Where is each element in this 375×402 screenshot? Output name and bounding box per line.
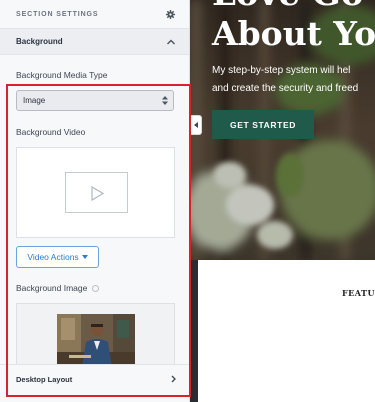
background-accordion-header[interactable]: Background — [0, 28, 189, 55]
hero-section[interactable]: Love Go About Yo My step-by-step system … — [190, 0, 375, 260]
preview-edge-strip — [190, 260, 198, 402]
video-frame — [65, 172, 128, 213]
page-preview: Love Go About Yo My step-by-step system … — [190, 0, 375, 402]
hero-subtext: My step-by-step system will hel and crea… — [212, 62, 375, 98]
background-image-preview[interactable] — [16, 303, 175, 367]
chevron-up-icon[interactable] — [166, 38, 176, 46]
caret-down-icon — [81, 255, 88, 259]
media-type-label: Background Media Type — [16, 70, 108, 80]
collapse-sidebar-tab[interactable] — [190, 115, 202, 135]
video-actions-button[interactable]: Video Actions — [16, 246, 99, 268]
desktop-layout-label: Desktop Layout — [16, 374, 73, 384]
section-settings-title: SECTION SETTINGS — [16, 10, 99, 18]
play-icon — [91, 186, 104, 201]
hero-subtext-line1: My step-by-step system will hel — [212, 65, 351, 76]
gear-icon[interactable] — [166, 9, 175, 19]
info-icon[interactable] — [92, 285, 100, 292]
background-image-thumbnail — [57, 314, 135, 366]
background-image-label: Background Image — [16, 283, 88, 293]
video-actions-label: Video Actions — [27, 252, 79, 262]
hero-subtext-line2: and create the security and freed — [212, 83, 359, 94]
caret-left-icon — [193, 122, 198, 128]
hero-heading-line1: Love Go — [212, 0, 364, 14]
features-heading: FEATUR — [342, 288, 375, 298]
settings-sidebar: SECTION SETTINGS Background Background M… — [0, 0, 190, 402]
chevron-right-icon — [171, 375, 176, 383]
desktop-layout-row[interactable]: Desktop Layout — [0, 364, 189, 393]
media-type-select[interactable]: Image — [16, 90, 174, 111]
video-placeholder[interactable] — [16, 147, 175, 238]
background-image-label-row: Background Image — [16, 283, 100, 293]
select-arrows-icon — [162, 96, 168, 105]
background-title: Background — [16, 37, 63, 46]
media-type-value: Image — [23, 96, 46, 105]
get-started-button[interactable]: GET STARTED — [212, 110, 314, 139]
hero-heading-line2: About Yo — [212, 14, 375, 53]
section-settings-header: SECTION SETTINGS — [0, 0, 189, 28]
background-video-label: Background Video — [16, 127, 86, 137]
